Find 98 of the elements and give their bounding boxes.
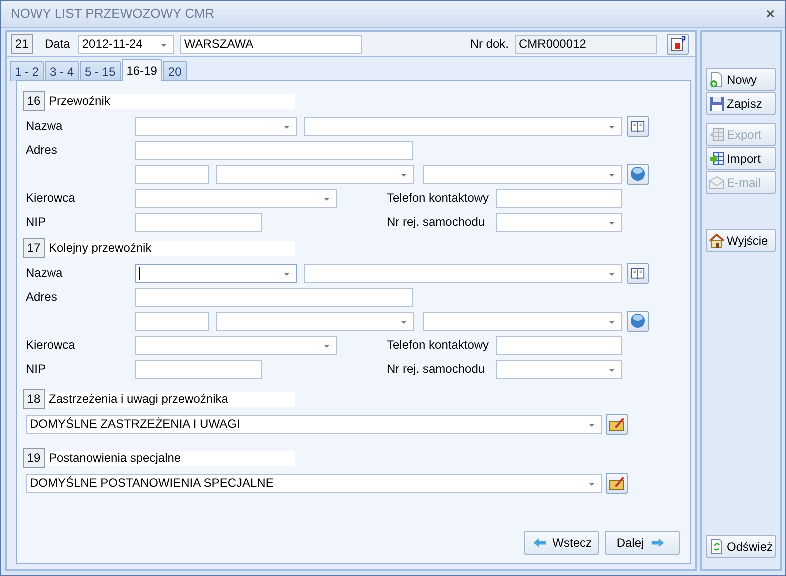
combo-box[interactable] <box>304 116 622 136</box>
caret-icon <box>589 482 595 486</box>
next-button[interactable]: Dalej <box>605 531 680 555</box>
caret-icon <box>609 222 615 224</box>
phone-field[interactable] <box>496 188 622 208</box>
section-title: Kolejny przewoźnik <box>45 240 295 256</box>
text-combo[interactable]: DOMYŚLNE ZASTRZEŻENIA I UWAGI <box>26 414 602 434</box>
tab[interactable]: 1 - 2 <box>10 61 44 81</box>
phone-label: Telefon kontaktowy <box>387 337 490 354</box>
house-icon <box>709 232 725 248</box>
name-label: Nazwa <box>25 118 64 135</box>
tab[interactable]: 5 - 15 <box>80 61 121 81</box>
back-button[interactable]: Wstecz <box>524 531 599 555</box>
caret-icon <box>161 44 168 46</box>
caret-icon <box>284 272 290 276</box>
driver-label: Kierowca <box>25 190 76 207</box>
driver-label: Kierowca <box>25 337 76 354</box>
sidebar-button[interactable]: Odśwież <box>706 535 776 558</box>
section-title: Postanowienia specjalne <box>45 450 295 466</box>
section-number: 19 <box>23 448 45 468</box>
sidebar-button[interactable]: Zapisz <box>706 92 776 115</box>
close-button[interactable]: × <box>764 6 777 22</box>
nip-label: NIP <box>25 361 48 378</box>
country-combo[interactable] <box>423 164 622 184</box>
tab[interactable]: 16-19 <box>122 59 162 81</box>
table-arrow-icon <box>709 150 725 166</box>
caret-icon <box>609 320 615 324</box>
calendar-number-icon <box>670 36 686 52</box>
postal-code-field[interactable] <box>135 312 209 330</box>
plate-combo[interactable] <box>496 212 622 232</box>
caret-icon <box>589 424 595 426</box>
envelope-icon <box>709 174 725 190</box>
left-arrow-icon <box>531 536 549 550</box>
place-field[interactable]: WARSZAWA <box>180 34 362 54</box>
caret-icon <box>324 198 330 200</box>
globe-icon <box>630 166 646 182</box>
name-combo[interactable] <box>135 116 297 136</box>
caret-icon <box>609 174 615 176</box>
driver-combo[interactable] <box>135 336 337 354</box>
caret-icon <box>324 344 330 348</box>
sidebar-button[interactable]: Nowy <box>706 68 776 91</box>
globe-button[interactable] <box>627 164 649 184</box>
section-title: Przewoźnik <box>45 94 295 108</box>
section-title: Zastrzeżenia i uwagi przewoźnika <box>45 392 295 406</box>
address-book-button[interactable] <box>627 116 649 136</box>
edit-button[interactable] <box>606 472 628 494</box>
window-title: NOWY LIST PRZEWOZOWY CMR <box>11 5 215 24</box>
plate-combo[interactable] <box>496 360 622 378</box>
address-field[interactable] <box>135 288 413 306</box>
plate-label: Nr rej. samochodu <box>387 214 486 231</box>
postal-code-field[interactable] <box>135 164 209 184</box>
nip-field[interactable] <box>135 360 262 378</box>
plate-label: Nr rej. samochodu <box>387 361 486 378</box>
table-arrow-icon <box>709 126 725 142</box>
edit-button[interactable] <box>606 414 628 434</box>
caret-icon <box>401 320 407 324</box>
driver-combo[interactable] <box>135 188 337 208</box>
book-icon <box>630 119 646 133</box>
sidebar-button[interactable]: Import <box>706 147 776 170</box>
field-number: 21 <box>11 34 33 54</box>
section-number: 17 <box>23 238 45 258</box>
address-label: Adres <box>25 289 58 306</box>
combo-box[interactable] <box>304 264 622 282</box>
tab[interactable]: 20 <box>163 61 187 81</box>
caret-icon <box>284 126 290 128</box>
city-combo[interactable] <box>216 164 414 184</box>
text-combo[interactable]: DOMYŚLNE POSTANOWIENIA SPECJALNE <box>26 474 602 492</box>
caret-icon <box>609 272 615 276</box>
address-label: Adres <box>25 142 58 159</box>
phone-field[interactable] <box>496 336 622 354</box>
nip-field[interactable] <box>135 212 262 232</box>
caret-icon <box>401 174 407 176</box>
globe-button[interactable] <box>627 310 649 332</box>
date-label: Data <box>45 36 70 53</box>
section-number: 18 <box>23 389 45 409</box>
caret-icon <box>609 126 615 128</box>
notepad-pencil-icon <box>609 475 625 491</box>
notepad-pencil-icon <box>609 416 625 432</box>
name-label: Nazwa <box>25 265 64 282</box>
book-icon <box>630 266 646 280</box>
document-number-label: Nr dok. <box>470 36 509 53</box>
numbering-button[interactable] <box>667 34 689 54</box>
phone-label: Telefon kontaktowy <box>387 190 490 207</box>
refresh-document-icon <box>709 538 725 554</box>
tab[interactable]: 3 - 4 <box>45 61 80 81</box>
caret-icon <box>609 368 615 372</box>
document-number-field[interactable]: CMR000012 <box>515 34 657 54</box>
address-field[interactable] <box>135 140 413 160</box>
name-combo[interactable] <box>135 264 297 282</box>
date-picker[interactable]: 2012-11-24 <box>78 34 174 54</box>
sidebar-button[interactable]: Wyjście <box>706 229 776 252</box>
nip-label: NIP <box>25 214 48 231</box>
city-combo[interactable] <box>216 312 414 330</box>
globe-icon <box>630 313 646 329</box>
new-document-icon <box>709 72 725 88</box>
section-number: 16 <box>23 91 45 111</box>
address-book-button[interactable] <box>627 262 649 284</box>
country-combo[interactable] <box>423 312 622 330</box>
